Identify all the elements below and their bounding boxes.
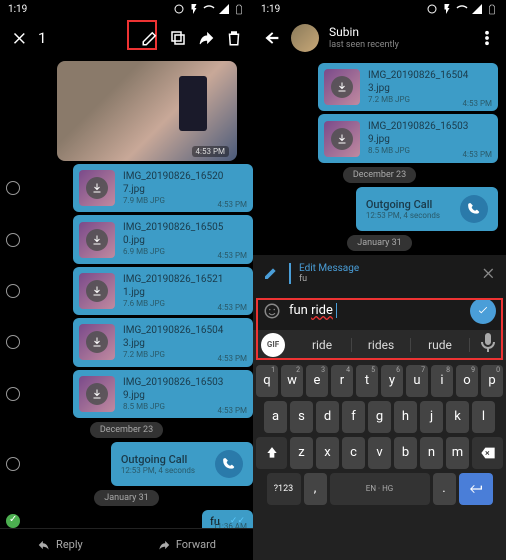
- status-icons: [173, 3, 245, 15]
- file-message[interactable]: IMG_20190826_16503 9.jpg8.5 MB JPG4:53 P…: [318, 114, 498, 162]
- chat-area[interactable]: IMG_20190826_16504 3.jpg7.2 MB JPG4:53 P…: [253, 58, 506, 255]
- key[interactable]: t5: [356, 365, 378, 397]
- file-message[interactable]: IMG_20190826_16504 3.jpg7.2 MB JPG4:53 P…: [318, 63, 498, 111]
- symbols-key[interactable]: ?123: [267, 473, 301, 505]
- right-phone-chat-view: 1:19 Subinlast seen recently IMG_2019082…: [253, 0, 506, 560]
- edit-panel-highlight: [256, 298, 503, 360]
- key[interactable]: c: [342, 437, 365, 469]
- select-circle[interactable]: [6, 284, 20, 298]
- key[interactable]: g: [368, 401, 391, 433]
- shift-key[interactable]: [256, 437, 287, 469]
- call-message[interactable]: Outgoing Call12:53 PM, 4 seconds: [111, 442, 253, 486]
- more-icon[interactable]: [478, 29, 496, 47]
- text-message[interactable]: fu11:36 AM✓✓: [202, 510, 253, 528]
- call-message[interactable]: Outgoing Call12:53 PM, 4 seconds: [356, 187, 498, 231]
- space-key[interactable]: EN · HG: [330, 473, 430, 505]
- file-message[interactable]: IMG_20190826_16520 7.jpg7.9 MB JPG4:53 P…: [73, 164, 253, 212]
- close-edit-icon[interactable]: [480, 265, 496, 281]
- avatar[interactable]: [291, 24, 319, 52]
- status-bar: 1:19: [253, 0, 506, 18]
- key[interactable]: h: [394, 401, 417, 433]
- key[interactable]: s: [290, 401, 313, 433]
- select-circle[interactable]: [6, 457, 20, 471]
- key[interactable]: d: [316, 401, 339, 433]
- key[interactable]: q1: [256, 365, 278, 397]
- key[interactable]: x: [316, 437, 339, 469]
- file-message[interactable]: IMG_20190826_16503 9.jpg8.5 MB JPG4:53 P…: [73, 370, 253, 418]
- key[interactable]: y6: [381, 365, 403, 397]
- left-phone-selection-view: 1:19 1 4:53 PM IMG_20190826_16520 7.jpg7…: [0, 0, 253, 560]
- key[interactable]: b: [394, 437, 417, 469]
- key[interactable]: n: [420, 437, 443, 469]
- edit-icon[interactable]: [141, 29, 159, 47]
- key[interactable]: r4: [331, 365, 353, 397]
- contact-name[interactable]: Subin: [329, 26, 468, 39]
- delete-icon[interactable]: [225, 29, 243, 47]
- keyboard: q1 w2 e3 r4 t5 y6 u7 i8 o9 p0 a s d f g …: [253, 360, 506, 560]
- photo-message[interactable]: 4:53 PM: [57, 61, 237, 161]
- key[interactable]: j: [420, 401, 443, 433]
- reply-button[interactable]: Reply: [37, 538, 83, 552]
- key[interactable]: w2: [281, 365, 303, 397]
- edit-icon: [263, 265, 279, 281]
- date-badge: January 31: [94, 490, 158, 506]
- key[interactable]: o9: [456, 365, 478, 397]
- file-message[interactable]: IMG_20190826_16521 1.jpg7.6 MB JPG4:53 P…: [73, 267, 253, 315]
- key[interactable]: m: [446, 437, 469, 469]
- key[interactable]: k: [446, 401, 469, 433]
- back-icon[interactable]: [263, 29, 281, 47]
- key[interactable]: l: [472, 401, 495, 433]
- copy-icon[interactable]: [169, 29, 187, 47]
- select-circle[interactable]: [6, 233, 20, 247]
- contact-status: last seen recently: [329, 40, 468, 50]
- select-circle-checked[interactable]: [6, 514, 20, 528]
- status-time: 1:19: [8, 4, 27, 15]
- phone-icon[interactable]: [215, 450, 243, 478]
- key[interactable]: u7: [406, 365, 428, 397]
- date-badge: December 23: [90, 422, 163, 438]
- file-message[interactable]: IMG_20190826_16505 0.jpg6.9 MB JPG4:53 P…: [73, 215, 253, 263]
- key[interactable]: z: [290, 437, 313, 469]
- key[interactable]: a: [264, 401, 287, 433]
- key[interactable]: f: [342, 401, 365, 433]
- select-circle[interactable]: [6, 387, 20, 401]
- key[interactable]: e3: [306, 365, 328, 397]
- select-circle[interactable]: [6, 181, 20, 195]
- file-message[interactable]: IMG_20190826_16504 3.jpg7.2 MB JPG4:53 P…: [73, 318, 253, 366]
- status-bar: 1:19: [0, 0, 253, 18]
- select-circle[interactable]: [6, 335, 20, 349]
- close-icon[interactable]: [10, 29, 28, 47]
- forward-button[interactable]: Forward: [157, 538, 216, 552]
- key-comma[interactable]: ,: [304, 473, 327, 505]
- backspace-key[interactable]: [472, 437, 503, 469]
- download-icon[interactable]: [86, 177, 108, 199]
- key[interactable]: p0: [481, 365, 503, 397]
- chat-area[interactable]: 4:53 PM IMG_20190826_16520 7.jpg7.9 MB J…: [0, 58, 253, 528]
- selection-count: 1: [38, 29, 46, 47]
- chat-header: Subinlast seen recently: [253, 18, 506, 58]
- key-period[interactable]: .: [433, 473, 456, 505]
- enter-key[interactable]: [459, 473, 493, 505]
- forward-icon[interactable]: [197, 29, 215, 47]
- key[interactable]: v: [368, 437, 391, 469]
- bottom-actions: Reply Forward: [0, 528, 253, 560]
- key[interactable]: i8: [431, 365, 453, 397]
- edit-message-bar: Edit Messagefu: [253, 255, 506, 292]
